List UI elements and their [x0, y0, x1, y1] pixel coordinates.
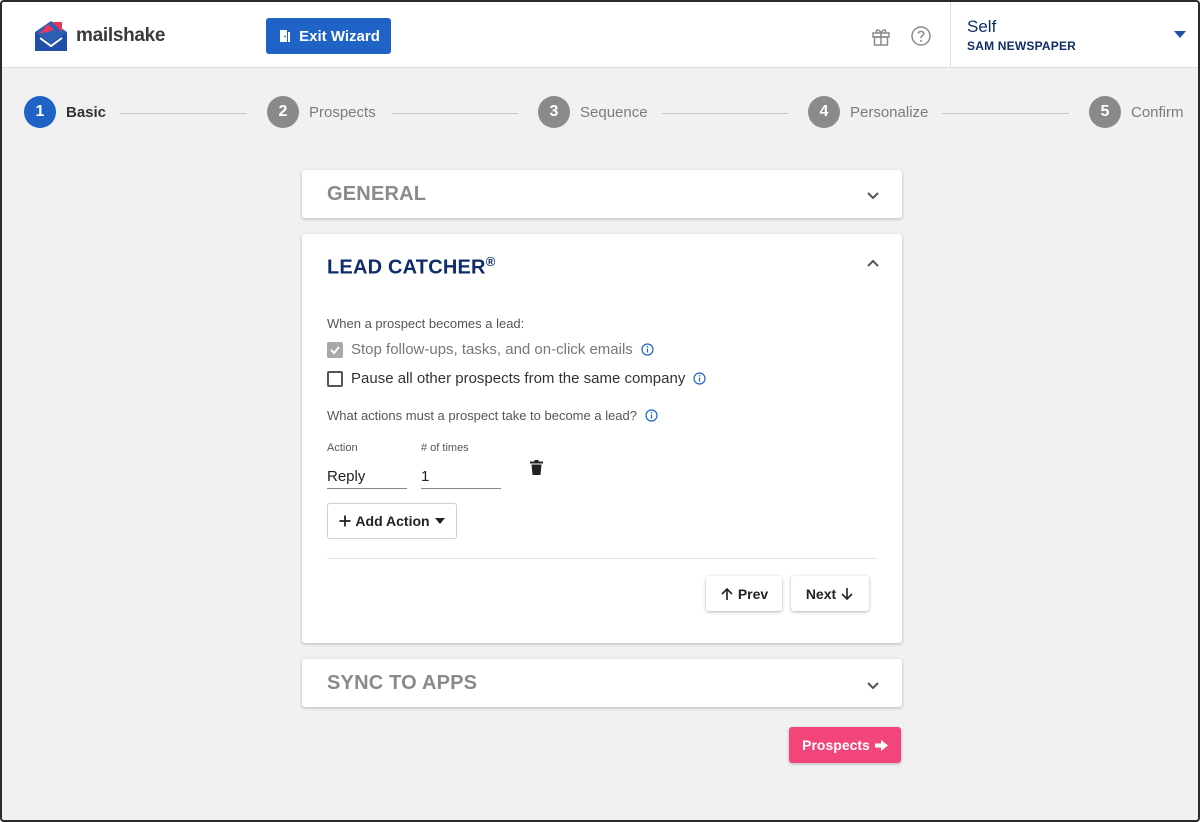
section-divider	[327, 558, 877, 559]
step-connector	[942, 113, 1069, 114]
step-number: 1	[24, 96, 56, 128]
step-connector	[120, 113, 247, 114]
action-field: Action	[327, 442, 407, 489]
step-number: 4	[808, 96, 840, 128]
next-button[interactable]: Next	[791, 576, 869, 611]
prospects-label: Prospects	[802, 737, 870, 753]
pause-company-option: Pause all other prospects from the same …	[327, 370, 706, 387]
info-icon[interactable]	[641, 343, 654, 356]
caret-down-icon	[1174, 31, 1186, 38]
help-icon[interactable]	[910, 25, 932, 47]
plus-icon	[339, 515, 351, 527]
pause-company-label: Pause all other prospects from the same …	[351, 370, 686, 387]
prev-button[interactable]: Prev	[706, 576, 782, 611]
prospects-next-button[interactable]: Prospects	[789, 727, 901, 763]
add-action-button[interactable]: Add Action	[327, 503, 457, 539]
general-panel[interactable]: GENERAL	[302, 170, 902, 218]
next-label: Next	[805, 585, 837, 602]
mailshake-logo[interactable]: mailshake	[32, 18, 166, 54]
stop-followups-option: Stop follow-ups, tasks, and on-click ema…	[327, 341, 654, 358]
top-header: mailshake Exit Wizard Self SAM NEWSPAPER	[2, 2, 1198, 68]
lead-intro-text: When a prospect becomes a lead:	[327, 316, 525, 331]
caret-down-icon	[434, 518, 445, 524]
wizard-stepper: 1 Basic 2 Prospects 3 Sequence 4 Persona…	[2, 96, 1198, 132]
account-name: Self	[967, 17, 997, 36]
sync-apps-title: SYNC TO APPS	[327, 672, 478, 694]
lead-catcher-panel: LEAD CATCHER® When a prospect becomes a …	[302, 234, 902, 643]
sync-apps-panel[interactable]: SYNC TO APPS	[302, 659, 902, 707]
account-organization: SAM NEWSPAPER	[967, 39, 1077, 53]
trash-icon[interactable]	[530, 460, 543, 475]
add-action-label: Add Action	[355, 513, 430, 529]
info-icon[interactable]	[693, 372, 706, 385]
pause-company-checkbox[interactable]	[327, 370, 343, 387]
exit-wizard-label: Exit Wizard	[299, 27, 380, 45]
action-field-label: Action	[327, 442, 358, 454]
gift-icon[interactable]	[870, 25, 892, 47]
envelope-logo-icon	[35, 21, 67, 51]
step-label: Basic	[66, 103, 107, 121]
door-exit-icon	[280, 30, 291, 42]
info-icon[interactable]	[645, 409, 658, 422]
lead-question: What actions must a prospect take to bec…	[327, 408, 658, 423]
exit-wizard-button[interactable]: Exit Wizard	[266, 18, 391, 54]
step-number: 5	[1089, 96, 1121, 128]
account-switcher[interactable]: Self SAM NEWSPAPER	[950, 2, 1198, 68]
general-panel-title: GENERAL	[327, 183, 427, 205]
step-number: 2	[267, 96, 299, 128]
stop-followups-checkbox[interactable]	[327, 341, 343, 358]
arrow-right-icon	[874, 739, 888, 751]
action-input[interactable]	[327, 460, 407, 489]
times-field: # of times	[421, 442, 501, 489]
step-prospects[interactable]: 2 Prospects	[267, 96, 376, 128]
step-connector	[392, 113, 518, 114]
lead-catcher-title-text: LEAD CATCHER	[327, 256, 486, 279]
chevron-down-icon[interactable]	[866, 679, 880, 693]
step-basic[interactable]: 1 Basic	[24, 96, 106, 128]
step-confirm[interactable]: 5 Confirm	[1089, 96, 1184, 128]
step-personalize[interactable]: 4 Personalize	[808, 96, 928, 128]
stop-followups-label: Stop follow-ups, tasks, and on-click ema…	[351, 341, 633, 358]
chevron-down-icon[interactable]	[866, 189, 880, 203]
step-label: Personalize	[850, 103, 929, 121]
prev-label: Prev	[737, 585, 769, 602]
times-field-label: # of times	[421, 442, 469, 454]
step-sequence[interactable]: 3 Sequence	[538, 96, 648, 128]
arrow-up-icon	[721, 587, 733, 600]
registered-mark: ®	[485, 254, 496, 269]
lead-catcher-title: LEAD CATCHER®	[327, 254, 495, 280]
chevron-up-icon[interactable]	[866, 256, 880, 270]
arrow-down-icon	[841, 587, 853, 600]
step-label: Prospects	[309, 103, 376, 121]
step-connector	[662, 113, 788, 114]
times-input[interactable]	[421, 460, 501, 489]
app-window: mailshake Exit Wizard Self SAM NEWSPAPER	[0, 0, 1200, 822]
step-number: 3	[538, 96, 570, 128]
step-label: Sequence	[580, 103, 648, 121]
logo-text: mailshake	[76, 25, 166, 46]
lead-question-text: What actions must a prospect take to bec…	[327, 408, 638, 423]
step-label: Confirm	[1131, 103, 1184, 121]
checkmark-icon	[330, 345, 340, 354]
